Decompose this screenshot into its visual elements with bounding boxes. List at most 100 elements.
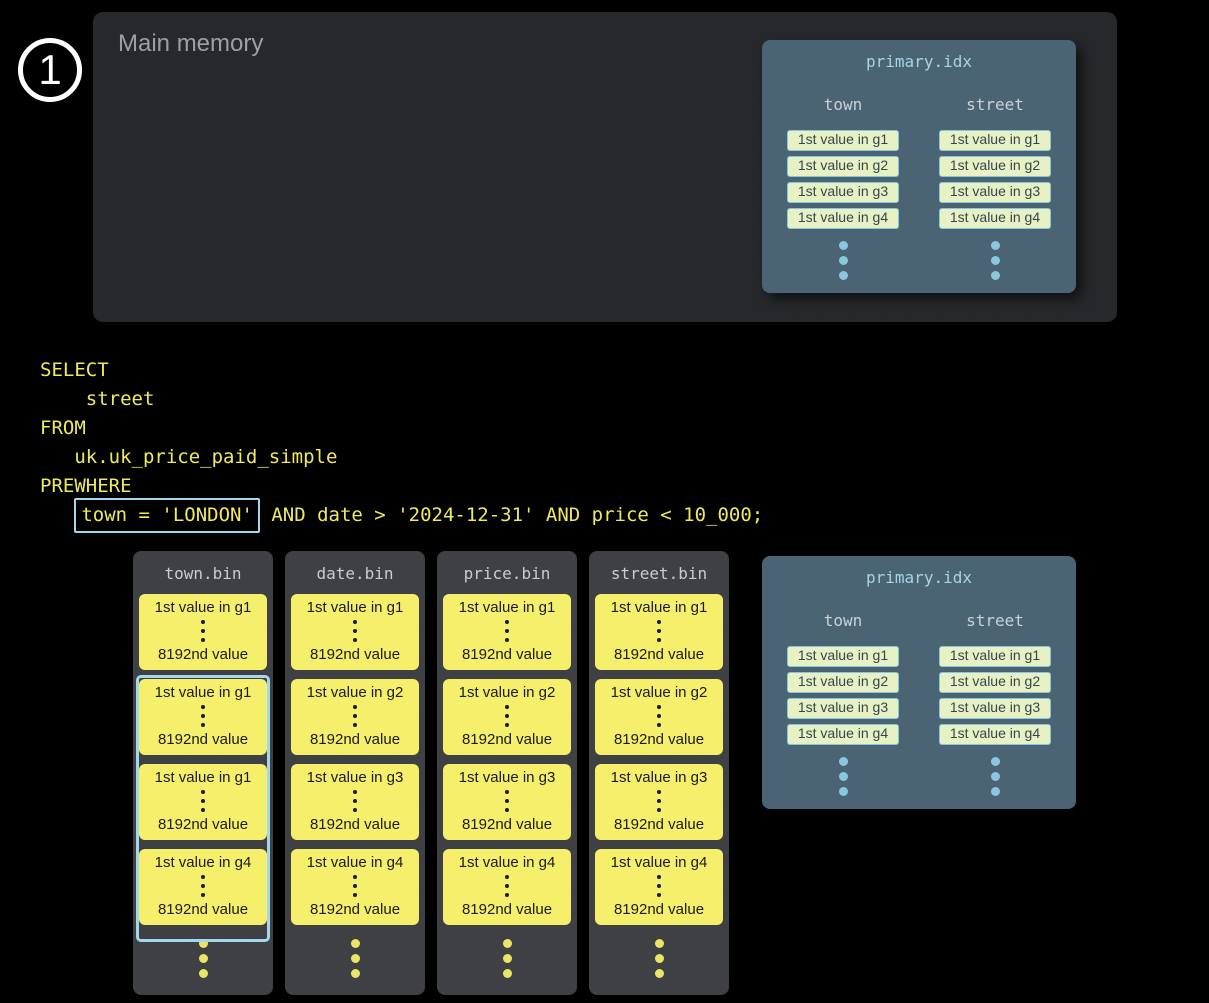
- idx-entry: 1st value in g1: [787, 646, 899, 667]
- idx-entry: 1st value in g1: [939, 646, 1051, 667]
- granule-last-value: 8192nd value: [310, 732, 400, 747]
- idx-column-header: town: [787, 612, 899, 629]
- idx-entry: 1st value in g3: [939, 698, 1051, 719]
- granule-last-value: 8192nd value: [614, 817, 704, 832]
- granule: 1st value in g1 8192nd value: [443, 594, 571, 670]
- granule-first-value: 1st value in g1: [155, 600, 252, 615]
- granule-last-value: 8192nd value: [158, 647, 248, 662]
- sql-indent: [40, 504, 74, 526]
- sql-line: street: [40, 385, 763, 414]
- idx-column-header: street: [939, 612, 1051, 629]
- sql-rest: AND date > '2024-12-31' AND price < 10_0…: [260, 504, 763, 526]
- sql-line: PREWHERE: [40, 472, 763, 501]
- granule-first-value: 1st value in g3: [307, 770, 404, 785]
- bin-column-town: town.bin 1st value in g1 8192nd value 1s…: [133, 551, 273, 995]
- idx-entry: 1st value in g4: [939, 208, 1051, 229]
- ellipsis-icon: [201, 620, 205, 642]
- granule-last-value: 8192nd value: [462, 647, 552, 662]
- idx-column-street: street 1st value in g1 1st value in g2 1…: [939, 586, 1051, 796]
- primary-idx-columns: town 1st value in g1 1st value in g2 1st…: [762, 586, 1076, 796]
- ellipsis-icon: [657, 790, 661, 812]
- bin-column-header: price.bin: [437, 551, 577, 582]
- idx-entry: 1st value in g2: [939, 156, 1051, 177]
- ellipsis-icon: [201, 790, 205, 812]
- granule-first-value: 1st value in g2: [611, 685, 708, 700]
- idx-entry: 1st value in g1: [787, 130, 899, 151]
- main-memory-box: Main memory primary.idx town 1st value i…: [93, 12, 1117, 322]
- idx-entry: 1st value in g2: [939, 672, 1051, 693]
- ellipsis-icon: [505, 705, 509, 727]
- highlighted-predicate: town = 'LONDON': [81, 504, 253, 526]
- ellipsis-icon: [353, 705, 357, 727]
- sql-line: FROM: [40, 414, 763, 443]
- granule: 1st value in g1 8192nd value: [139, 679, 267, 755]
- ellipsis-icon: [353, 875, 357, 897]
- granule-last-value: 8192nd value: [310, 902, 400, 917]
- ellipsis-icon: [201, 875, 205, 897]
- bin-column-header: date.bin: [285, 551, 425, 582]
- idx-entry: 1st value in g4: [939, 724, 1051, 745]
- granule: 1st value in g2 8192nd value: [443, 679, 571, 755]
- granule-first-value: 1st value in g2: [459, 685, 556, 700]
- sql-line: uk.uk_price_paid_simple: [40, 443, 763, 472]
- granule-last-value: 8192nd value: [158, 732, 248, 747]
- granule-last-value: 8192nd value: [614, 647, 704, 662]
- ellipsis-icon: [437, 939, 577, 978]
- ellipsis-icon: [353, 790, 357, 812]
- ellipsis-icon: [787, 241, 899, 280]
- idx-entry: 1st value in g2: [787, 156, 899, 177]
- primary-idx-panel-disk: primary.idx town 1st value in g1 1st val…: [762, 556, 1076, 809]
- idx-entry: 1st value in g1: [939, 130, 1051, 151]
- granule: 1st value in g3 8192nd value: [443, 764, 571, 840]
- idx-column-street: street 1st value in g1 1st value in g2 1…: [939, 70, 1051, 280]
- granule-first-value: 1st value in g4: [155, 855, 252, 870]
- bin-column-header: street.bin: [589, 551, 729, 582]
- granule: 1st value in g3 8192nd value: [595, 764, 723, 840]
- granule-last-value: 8192nd value: [462, 902, 552, 917]
- ellipsis-icon: [939, 757, 1051, 796]
- step-number-badge: 1: [18, 38, 82, 102]
- granule-last-value: 8192nd value: [462, 732, 552, 747]
- idx-entry: 1st value in g3: [787, 698, 899, 719]
- granule-first-value: 1st value in g4: [307, 855, 404, 870]
- granule-first-value: 1st value in g1: [155, 685, 252, 700]
- disk-column-files: town.bin 1st value in g1 8192nd value 1s…: [133, 551, 729, 995]
- granule-first-value: 1st value in g1: [611, 600, 708, 615]
- granule: 1st value in g4 8192nd value: [139, 849, 267, 925]
- prewhere-town-highlight-box: town = 'LONDON': [74, 498, 260, 533]
- idx-entry: 1st value in g3: [787, 182, 899, 203]
- granule: 1st value in g1 8192nd value: [139, 594, 267, 670]
- bin-column-street: street.bin 1st value in g1 8192nd value …: [589, 551, 729, 995]
- primary-idx-panel-memory: primary.idx town 1st value in g1 1st val…: [762, 40, 1076, 293]
- granule: 1st value in g2 8192nd value: [291, 679, 419, 755]
- ellipsis-icon: [657, 705, 661, 727]
- granule-first-value: 1st value in g4: [611, 855, 708, 870]
- diagram-canvas: 1 Main memory primary.idx town 1st value…: [0, 0, 1209, 1003]
- sql-line-prewhere-condition: town = 'LONDON' AND date > '2024-12-31' …: [40, 501, 763, 530]
- ellipsis-icon: [589, 939, 729, 978]
- granule-last-value: 8192nd value: [462, 817, 552, 832]
- granule: 1st value in g1 8192nd value: [291, 594, 419, 670]
- granule-last-value: 8192nd value: [310, 817, 400, 832]
- ellipsis-icon: [133, 939, 273, 978]
- sql-line: SELECT: [40, 356, 763, 385]
- primary-idx-title: primary.idx: [762, 556, 1076, 586]
- granule: 1st value in g1 8192nd value: [595, 594, 723, 670]
- idx-entry: 1st value in g3: [939, 182, 1051, 203]
- granule-last-value: 8192nd value: [614, 732, 704, 747]
- idx-column-town: town 1st value in g1 1st value in g2 1st…: [787, 586, 899, 796]
- main-memory-title: Main memory: [118, 30, 263, 58]
- primary-idx-columns: town 1st value in g1 1st value in g2 1st…: [762, 70, 1076, 280]
- granule-first-value: 1st value in g3: [459, 770, 556, 785]
- granule-first-value: 1st value in g1: [307, 600, 404, 615]
- ellipsis-icon: [787, 757, 899, 796]
- granule-last-value: 8192nd value: [158, 817, 248, 832]
- idx-entry: 1st value in g2: [787, 672, 899, 693]
- ellipsis-icon: [505, 790, 509, 812]
- primary-idx-title: primary.idx: [762, 40, 1076, 70]
- ellipsis-icon: [657, 620, 661, 642]
- granule: 1st value in g2 8192nd value: [595, 679, 723, 755]
- sql-query: SELECT street FROM uk.uk_price_paid_simp…: [40, 356, 763, 530]
- idx-column-header: street: [939, 96, 1051, 113]
- ellipsis-icon: [939, 241, 1051, 280]
